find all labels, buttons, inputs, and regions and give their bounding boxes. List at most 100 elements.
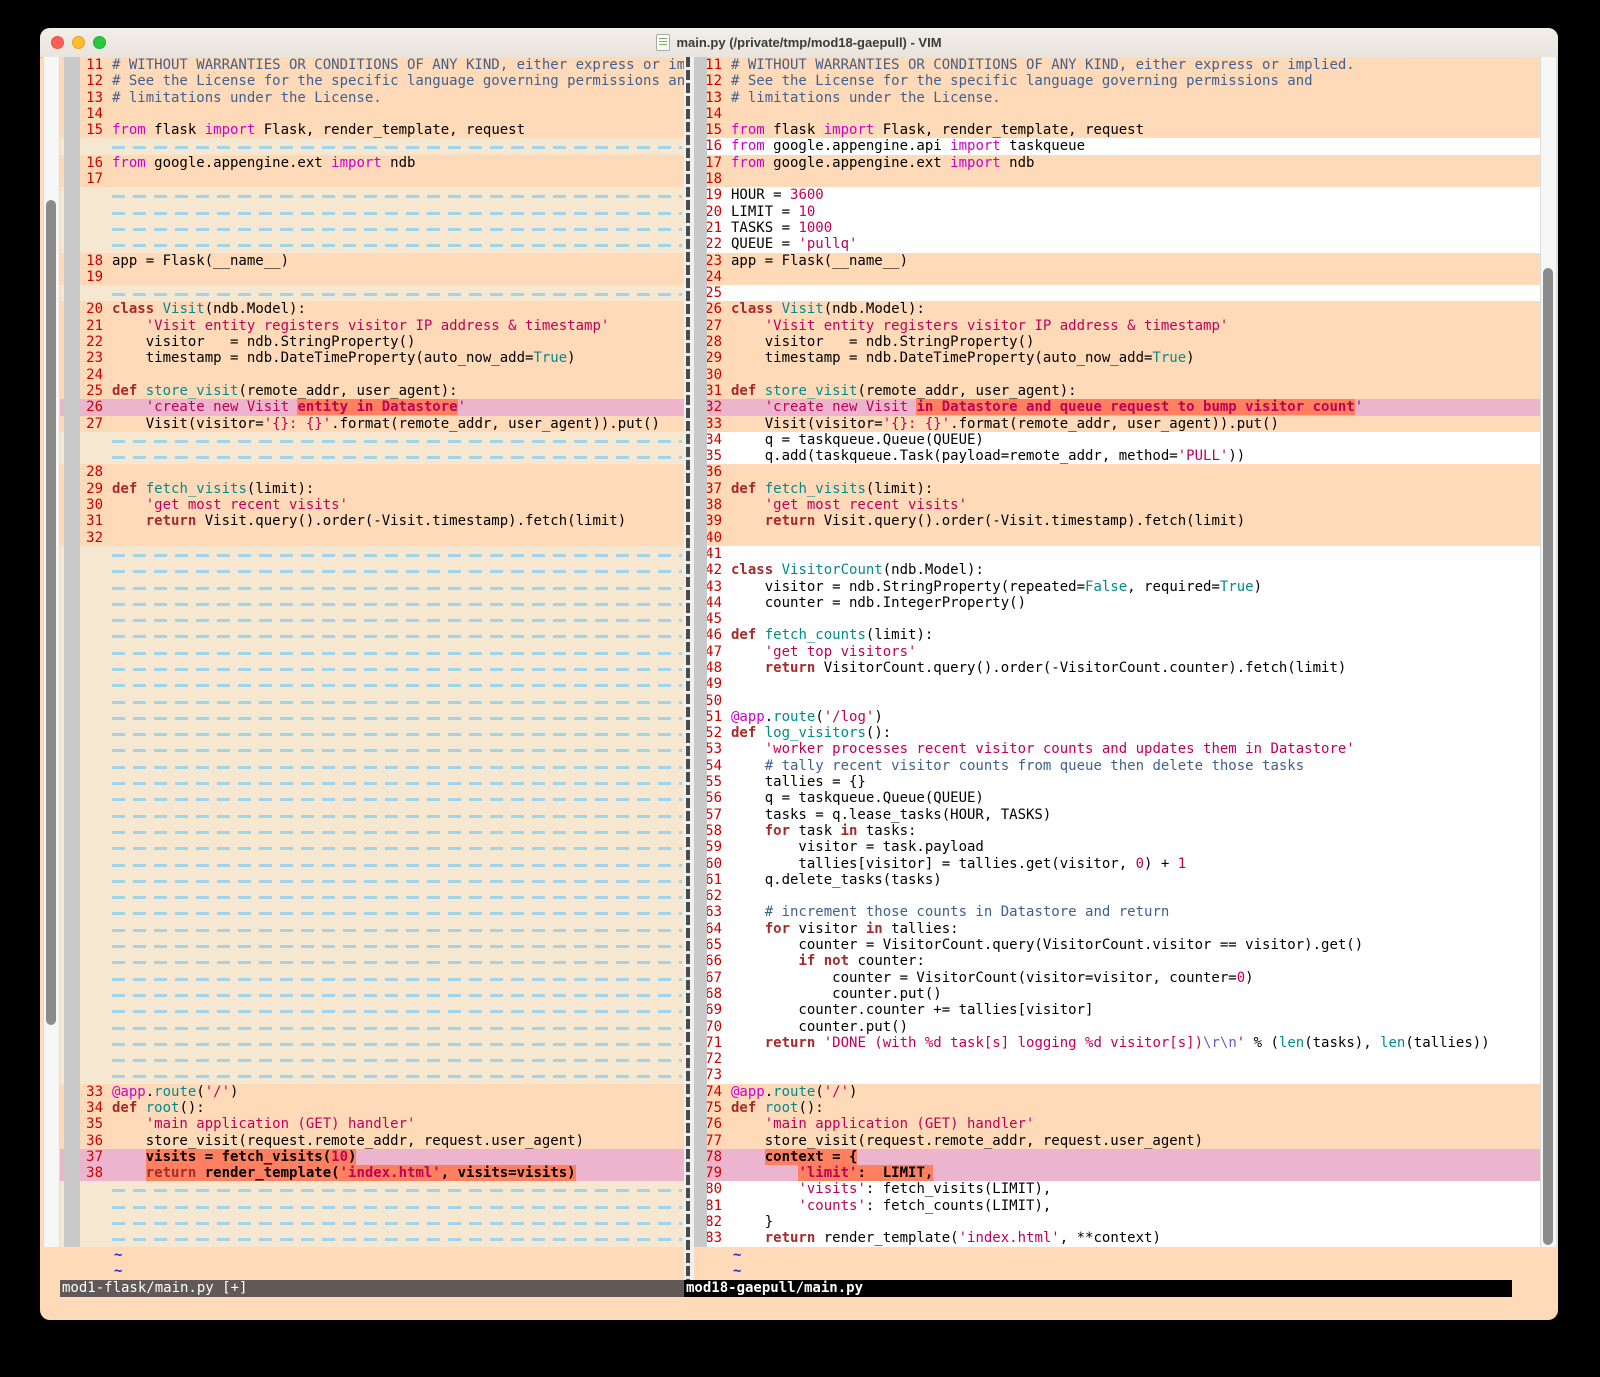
code-line: 14 bbox=[60, 106, 684, 122]
code-line: 59 visitor = task.payload bbox=[694, 839, 1540, 855]
vertical-split-divider[interactable] bbox=[684, 57, 694, 1280]
code-line: 39 return Visit.query().order(-Visit.tim… bbox=[694, 513, 1540, 529]
empty-buffer-line: ~ bbox=[60, 1263, 684, 1279]
diff-filler-line bbox=[60, 1198, 684, 1214]
code-line: 81 'counts': fetch_counts(LIMIT), bbox=[694, 1198, 1540, 1214]
code-line: 78 context = { bbox=[694, 1149, 1540, 1165]
code-line: 68 counter.put() bbox=[694, 986, 1540, 1002]
left-scrollbar-thumb[interactable] bbox=[46, 200, 56, 1025]
diff-filler-line bbox=[60, 888, 684, 904]
code-line: 65 counter = VisitorCount.query(VisitorC… bbox=[694, 937, 1540, 953]
statusline-left: mod1-flask/main.py [+] bbox=[60, 1280, 684, 1297]
code-line: 43 visitor = ndb.StringProperty(repeated… bbox=[694, 579, 1540, 595]
code-line: 36 bbox=[694, 464, 1540, 480]
code-line: 56 q = taskqueue.Queue(QUEUE) bbox=[694, 790, 1540, 806]
code-line: 23app = Flask(__name__) bbox=[694, 253, 1540, 269]
screenshot-root: main.py (/private/tmp/mod18-gaepull) - V… bbox=[0, 0, 1600, 1377]
fold-column-right bbox=[694, 57, 707, 1247]
code-line: 12# See the License for the specific lan… bbox=[694, 73, 1540, 89]
code-line: 82 } bbox=[694, 1214, 1540, 1230]
code-line: 55 tallies = {} bbox=[694, 774, 1540, 790]
document-icon bbox=[656, 34, 670, 51]
code-line: 72 bbox=[694, 1051, 1540, 1067]
code-line: 17 bbox=[60, 171, 684, 187]
zoom-button[interactable] bbox=[93, 36, 106, 49]
code-line: 45 bbox=[694, 611, 1540, 627]
diff-pane-left[interactable]: 11# WITHOUT WARRANTIES OR CONDITIONS OF … bbox=[60, 57, 684, 1280]
diff-filler-line bbox=[60, 236, 684, 252]
code-line: 64 for visitor in tallies: bbox=[694, 921, 1540, 937]
code-line: 26 'create new Visit entity in Datastore… bbox=[60, 399, 684, 415]
code-line: 28 bbox=[60, 464, 684, 480]
diff-filler-line bbox=[60, 627, 684, 643]
diff-filler-line bbox=[60, 546, 684, 562]
code-line: 48 return VisitorCount.query().order(-Vi… bbox=[694, 660, 1540, 676]
code-line: 25 bbox=[694, 285, 1540, 301]
close-button[interactable] bbox=[51, 36, 64, 49]
code-line: 23 timestamp = ndb.DateTimeProperty(auto… bbox=[60, 350, 684, 366]
code-line: 29 timestamp = ndb.DateTimeProperty(auto… bbox=[694, 350, 1540, 366]
code-line: 22 visitor = ndb.StringProperty() bbox=[60, 334, 684, 350]
code-line: 32 bbox=[60, 530, 684, 546]
code-line: 11# WITHOUT WARRANTIES OR CONDITIONS OF … bbox=[60, 57, 684, 73]
macos-titlebar[interactable]: main.py (/private/tmp/mod18-gaepull) - V… bbox=[40, 28, 1558, 58]
vim-window: main.py (/private/tmp/mod18-gaepull) - V… bbox=[40, 28, 1558, 1320]
code-line: 29def fetch_visits(limit): bbox=[60, 481, 684, 497]
diff-filler-line bbox=[60, 774, 684, 790]
code-line: 50 bbox=[694, 693, 1540, 709]
diff-filler-line bbox=[60, 872, 684, 888]
diff-filler-line bbox=[60, 823, 684, 839]
diff-filler-line bbox=[60, 611, 684, 627]
code-line: 22QUEUE = 'pullq' bbox=[694, 236, 1540, 252]
code-line: 46def fetch_counts(limit): bbox=[694, 627, 1540, 643]
code-line: 24 bbox=[694, 269, 1540, 285]
minimize-button[interactable] bbox=[72, 36, 85, 49]
code-line: 26class Visit(ndb.Model): bbox=[694, 301, 1540, 317]
fold-column-left bbox=[64, 57, 80, 1247]
code-line: 12# See the License for the specific lan… bbox=[60, 73, 684, 89]
code-line: 31 return Visit.query().order(-Visit.tim… bbox=[60, 513, 684, 529]
diff-filler-line bbox=[60, 562, 684, 578]
diff-filler-line bbox=[60, 204, 684, 220]
diff-filler-line bbox=[60, 790, 684, 806]
code-line: 20class Visit(ndb.Model): bbox=[60, 301, 684, 317]
code-line: 53 'worker processes recent visitor coun… bbox=[694, 741, 1540, 757]
code-line: 80 'visits': fetch_visits(LIMIT), bbox=[694, 1181, 1540, 1197]
code-line: 13# limitations under the License. bbox=[60, 90, 684, 106]
code-line: 30 bbox=[694, 367, 1540, 383]
code-line: 14 bbox=[694, 106, 1540, 122]
diff-filler-line bbox=[60, 432, 684, 448]
code-line: 77 store_visit(request.remote_addr, requ… bbox=[694, 1133, 1540, 1149]
code-line: 52def log_visitors(): bbox=[694, 725, 1540, 741]
code-line: 67 counter = VisitorCount(visitor=visito… bbox=[694, 970, 1540, 986]
code-line: 42class VisitorCount(ndb.Model): bbox=[694, 562, 1540, 578]
diff-filler-line bbox=[60, 138, 684, 154]
code-line: 18app = Flask(__name__) bbox=[60, 253, 684, 269]
code-line: 66 if not counter: bbox=[694, 953, 1540, 969]
window-controls bbox=[51, 36, 106, 49]
diff-filler-line bbox=[60, 970, 684, 986]
code-line: 47 'get top visitors' bbox=[694, 644, 1540, 660]
code-line: 76 'main application (GET) handler' bbox=[694, 1116, 1540, 1132]
code-line: 62 bbox=[694, 888, 1540, 904]
code-line: 34def root(): bbox=[60, 1100, 684, 1116]
diff-filler-line bbox=[60, 1181, 684, 1197]
code-line: 27 'Visit entity registers visitor IP ad… bbox=[694, 318, 1540, 334]
code-line: 73 bbox=[694, 1067, 1540, 1083]
code-line: 44 counter = ndb.IntegerProperty() bbox=[694, 595, 1540, 611]
code-line: 37 visits = fetch_visits(10) bbox=[60, 1149, 684, 1165]
diff-pane-right[interactable]: 11# WITHOUT WARRANTIES OR CONDITIONS OF … bbox=[694, 57, 1540, 1280]
right-scrollbar-thumb[interactable] bbox=[1543, 268, 1553, 1245]
diff-filler-line bbox=[60, 839, 684, 855]
empty-buffer-line: ~ bbox=[694, 1247, 1540, 1263]
code-line: 35 q.add(taskqueue.Task(payload=remote_a… bbox=[694, 448, 1540, 464]
code-line: 20LIMIT = 10 bbox=[694, 204, 1540, 220]
code-line: 74@app.route('/') bbox=[694, 1084, 1540, 1100]
code-line: 60 tallies[visitor] = tallies.get(visito… bbox=[694, 856, 1540, 872]
code-line: 75def root(): bbox=[694, 1100, 1540, 1116]
diff-filler-line bbox=[60, 904, 684, 920]
diff-filler-line bbox=[60, 807, 684, 823]
code-line: 70 counter.put() bbox=[694, 1019, 1540, 1035]
code-line: 35 'main application (GET) handler' bbox=[60, 1116, 684, 1132]
code-line: 54 # tally recent visitor counts from qu… bbox=[694, 758, 1540, 774]
